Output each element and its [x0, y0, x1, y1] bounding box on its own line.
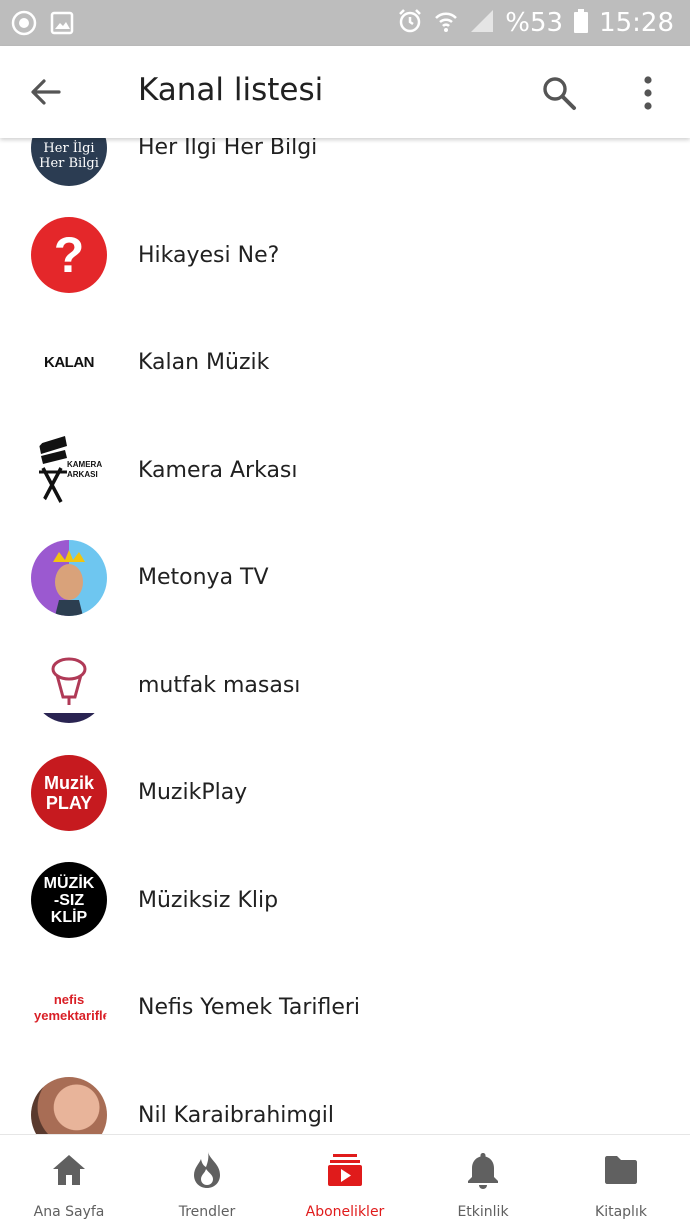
channel-row[interactable]: KAMERA ARKASI Kamera Arkası [0, 417, 690, 525]
page-title: Kanal listesi [138, 72, 324, 108]
channel-name: Hikayesi Ne? [138, 242, 280, 268]
nav-activity[interactable]: Etkinlik [414, 1135, 552, 1228]
battery-icon [573, 8, 589, 38]
channel-avatar: KAMERA ARKASI [31, 432, 107, 509]
channel-row[interactable]: mutfak masası [0, 632, 690, 740]
channel-name: MuzikPlay [138, 780, 248, 806]
arrow-left-icon [31, 79, 61, 105]
avatar-text: KAMERA ARKASI [67, 460, 102, 480]
channel-avatar: Her İlgi Her Bilgi [31, 138, 107, 186]
app-bar: Kanal listesi [0, 46, 690, 138]
avatar-text: nefis yemektarifleri [34, 991, 107, 1023]
status-bar: %53 15:28 [0, 0, 690, 46]
channel-name: Metonya TV [138, 565, 269, 591]
channel-name: Her İlgi Her Bilgi [138, 138, 318, 161]
avatar-text: ? [53, 227, 85, 284]
channel-row[interactable]: KALAN Kalan Müzik [0, 309, 690, 417]
nav-label: Trendler [178, 1204, 236, 1220]
channel-logo-icon [39, 657, 99, 724]
status-time: 15:28 [599, 8, 674, 38]
nav-label: Kitaplık [595, 1204, 647, 1220]
channel-avatar: MÜZİK -SIZ KLİP [31, 862, 107, 939]
more-options-button[interactable] [624, 68, 672, 118]
circle-notification-icon [10, 9, 38, 37]
nav-label: Abonelikler [305, 1204, 385, 1220]
avatar-text: MÜZİK -SIZ KLİP [43, 874, 95, 926]
channel-avatar: KALAN [31, 324, 107, 401]
nav-trending[interactable]: Trendler [138, 1135, 276, 1228]
channel-avatar [31, 1077, 107, 1134]
channel-avatar: Muzik PLAY [31, 754, 107, 831]
channel-row[interactable]: Her İlgi Her Bilgi Her İlgi Her Bilgi [0, 138, 690, 202]
channel-name: Nefis Yemek Tarifleri [138, 995, 361, 1021]
alarm-icon [397, 8, 423, 38]
channel-name: Kalan Müzik [138, 350, 270, 376]
channel-list[interactable]: Her İlgi Her Bilgi Her İlgi Her Bilgi ? … [0, 138, 690, 1134]
channel-row[interactable]: ? Hikayesi Ne? [0, 202, 690, 310]
nav-label: Etkinlik [457, 1204, 509, 1220]
folder-icon [603, 1152, 639, 1188]
channel-row[interactable]: Nil Karaibrahimgil [0, 1062, 690, 1134]
channel-name: Müziksiz Klip [138, 887, 279, 913]
avatar-text: Muzik PLAY [43, 772, 94, 813]
avatar-text: KALAN [44, 354, 95, 372]
search-button[interactable] [534, 68, 584, 118]
channel-row[interactable]: MÜZİK -SIZ KLİP Müziksiz Klip [0, 847, 690, 955]
channel-avatar [31, 539, 107, 616]
nav-label: Ana Sayfa [33, 1204, 105, 1220]
bell-icon [466, 1152, 500, 1189]
channel-row[interactable]: Metonya TV [0, 524, 690, 632]
bottom-navigation: Ana Sayfa Trendler Abonelikler Etkinlik … [0, 1134, 690, 1228]
avatar-text: Her İlgi Her Bilgi [39, 140, 99, 171]
channel-portrait-icon [53, 549, 85, 616]
flame-icon [192, 1152, 222, 1188]
wifi-icon [433, 8, 459, 38]
channel-name: mutfak masası [138, 672, 301, 698]
channel-row[interactable]: Muzik PLAY MuzikPlay [0, 739, 690, 847]
image-notification-icon [48, 9, 76, 37]
channel-avatar: ? [31, 217, 107, 294]
subscriptions-icon [327, 1152, 363, 1188]
more-vert-icon [644, 76, 652, 110]
channel-avatar: nefis yemektarifleri [31, 969, 107, 1046]
channel-row[interactable]: nefis yemektarifleri Nefis Yemek Tarifle… [0, 954, 690, 1062]
home-icon [51, 1152, 87, 1188]
nav-subscriptions[interactable]: Abonelikler [276, 1135, 414, 1228]
channel-avatar [31, 647, 107, 724]
nav-library[interactable]: Kitaplık [552, 1135, 690, 1228]
nav-home[interactable]: Ana Sayfa [0, 1135, 138, 1228]
signal-icon [469, 8, 495, 38]
battery-percent: %53 [505, 8, 564, 38]
channel-name: Kamera Arkası [138, 457, 298, 483]
search-icon [543, 77, 576, 110]
back-button[interactable] [22, 68, 70, 116]
channel-name: Nil Karaibrahimgil [138, 1102, 335, 1128]
